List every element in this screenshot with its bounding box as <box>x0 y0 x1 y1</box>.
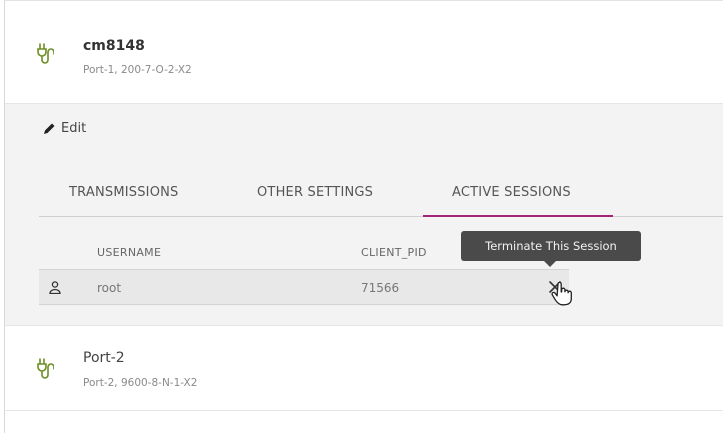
session-username: root <box>97 281 122 295</box>
plug-icon <box>37 358 54 379</box>
terminate-session-tooltip: Terminate This Session <box>461 231 641 261</box>
device-subtitle: Port-1, 200-7-O-2-X2 <box>83 64 192 76</box>
table-row: root 71566 <box>39 269 572 306</box>
tooltip-arrow <box>544 261 556 267</box>
pencil-icon <box>44 123 55 134</box>
tab-active-sessions[interactable]: ACTIVE SESSIONS <box>452 185 571 200</box>
port-name: Port-2 <box>83 350 125 366</box>
edit-button[interactable]: Edit <box>43 121 86 136</box>
device-header[interactable]: cm8148 Port-1, 200-7-O-2-X2 <box>5 1 723 103</box>
session-client-pid: 71566 <box>361 281 400 295</box>
active-tab-indicator <box>423 215 613 217</box>
column-header-username: USERNAME <box>97 246 162 259</box>
port-2-card[interactable]: Port-2 Port-2, 9600-8-N-1-X2 <box>5 325 723 411</box>
user-icon <box>49 281 61 294</box>
port-subtitle: Port-2, 9600-8-N-1-X2 <box>83 377 198 389</box>
tab-other-settings[interactable]: OTHER SETTINGS <box>257 185 373 200</box>
tab-bar: TRANSMISSIONS OTHER SETTINGS ACTIVE SESS… <box>39 158 723 217</box>
device-detail-panel: Edit TRANSMISSIONS OTHER SETTINGS ACTIVE… <box>5 103 723 325</box>
column-header-client-pid: CLIENT_PID <box>361 246 427 259</box>
plug-icon <box>37 43 54 64</box>
tab-transmissions[interactable]: TRANSMISSIONS <box>69 185 179 200</box>
app-frame: cm8148 Port-1, 200-7-O-2-X2 Edit TRANSMI… <box>4 0 723 433</box>
edit-label: Edit <box>61 121 87 136</box>
device-name: cm8148 <box>83 38 145 54</box>
hand-cursor-icon <box>551 282 572 306</box>
